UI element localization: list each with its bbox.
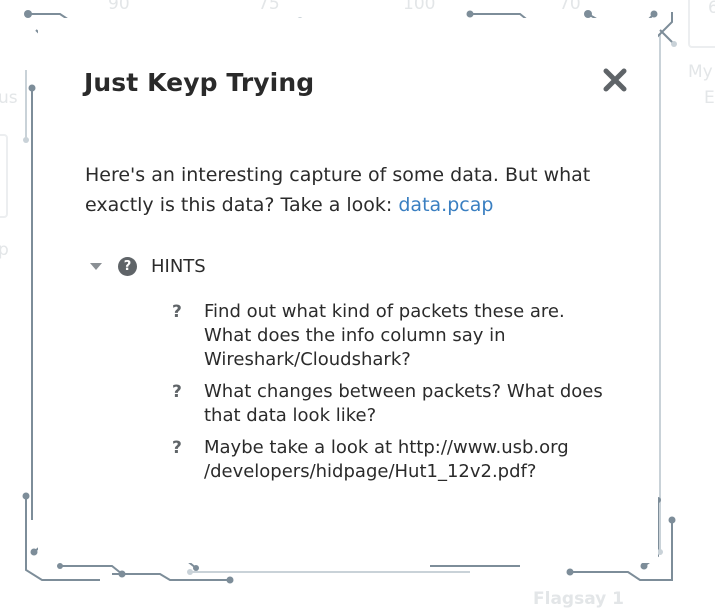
challenge-modal: Just Keyp Trying Here's an interesting c…: [38, 18, 658, 563]
question-mark-icon: ?: [172, 382, 182, 402]
close-button[interactable]: [601, 66, 629, 94]
hints-label: HINTS: [151, 255, 206, 277]
question-mark-icon: ?: [172, 302, 182, 322]
hint-item: ? What changes between packets? What doe…: [172, 380, 612, 428]
hint-text: Find out what kind of packets these are.…: [204, 301, 565, 370]
hint-text: What changes between packets? What does …: [204, 381, 603, 426]
modal-title: Just Keyp Trying: [84, 68, 315, 97]
hint-item: ? Find out what kind of packets these ar…: [172, 300, 612, 372]
question-circle-icon: ?: [118, 256, 137, 276]
pcap-download-link[interactable]: data.pcap: [398, 194, 493, 216]
description-text: Here's an interesting capture of some da…: [85, 164, 591, 216]
hint-text: Maybe take a look at http://www.usb.org …: [204, 437, 569, 482]
hints-toggle[interactable]: ? HINTS: [90, 254, 206, 278]
hint-item: ? Maybe take a look at http://www.usb.or…: [172, 436, 612, 484]
caret-down-icon: [90, 262, 102, 270]
challenge-description: Here's an interesting capture of some da…: [85, 160, 615, 220]
question-mark-icon: ?: [172, 438, 182, 458]
screen: 90 75 100 70 us p My E 6 Flagsay 1 Just …: [0, 0, 715, 609]
hint-list: ? Find out what kind of packets these ar…: [172, 300, 612, 492]
close-icon: [603, 68, 627, 92]
